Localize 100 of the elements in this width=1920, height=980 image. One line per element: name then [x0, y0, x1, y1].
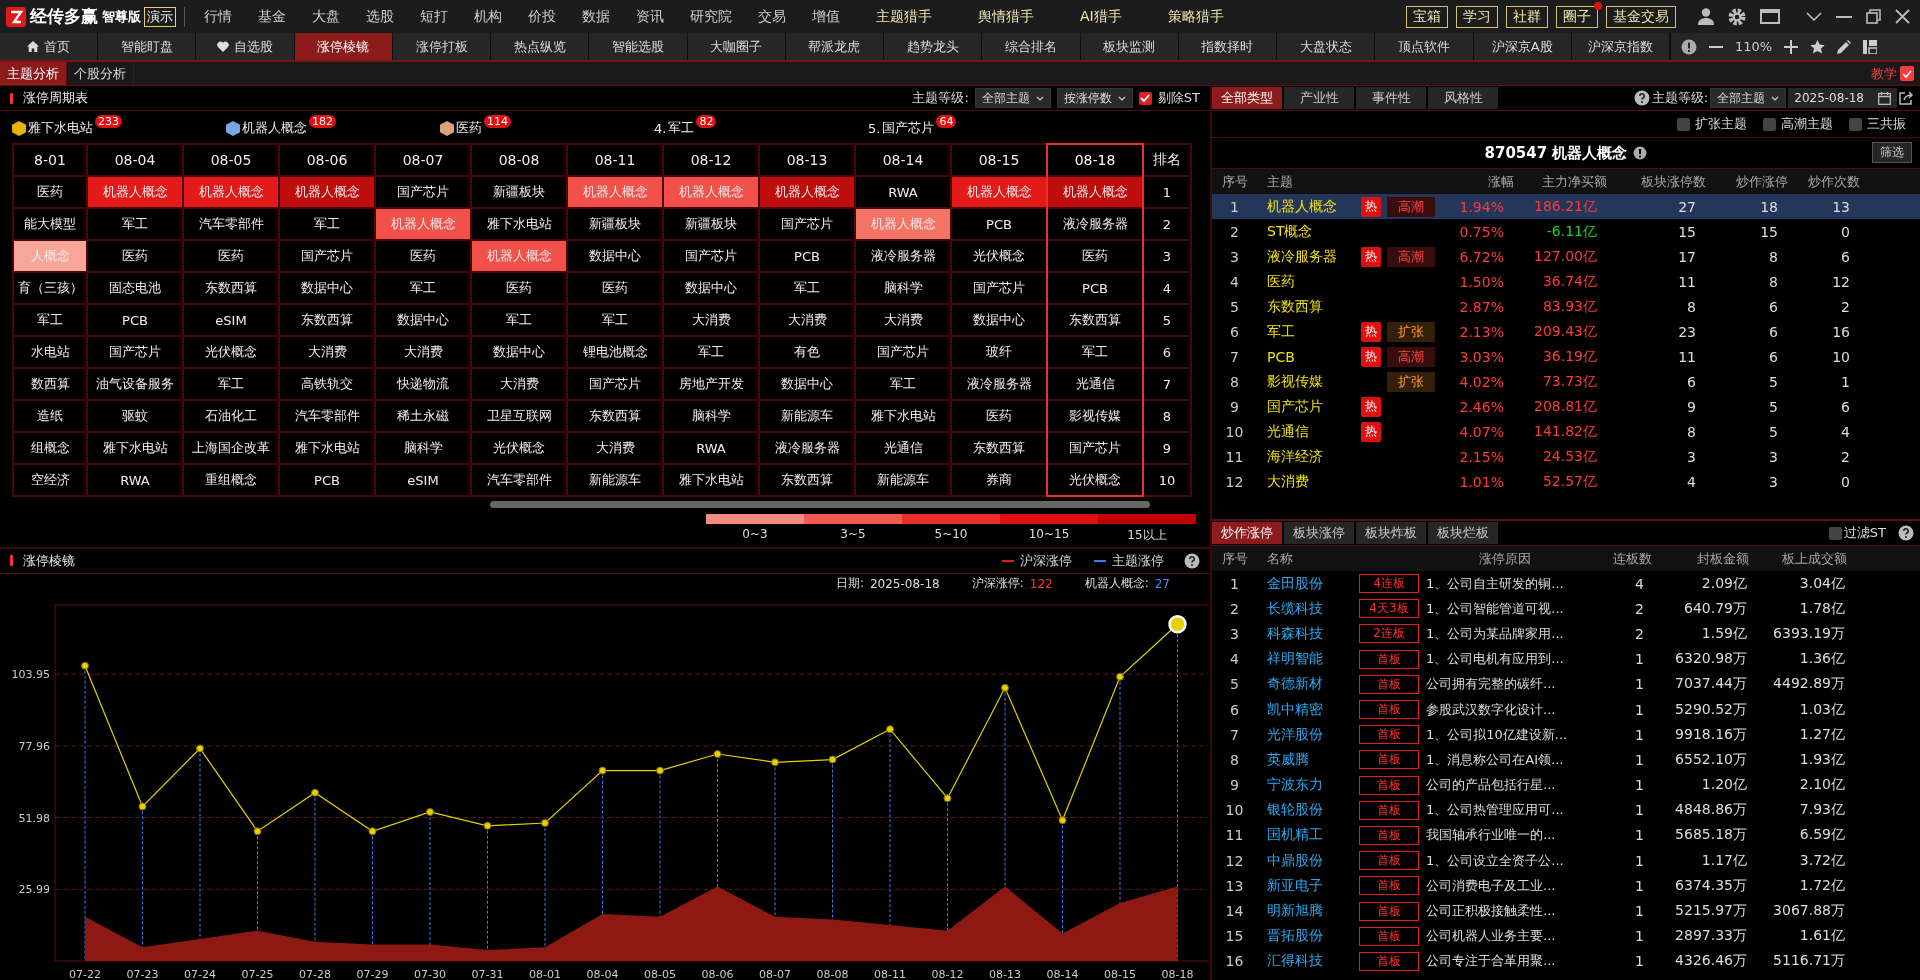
type-tab[interactable]: 事件性	[1356, 87, 1426, 109]
theme-row[interactable]: 1 机器人概念 热 高潮 1.94% 186.21亿 27 18 13	[1212, 194, 1920, 219]
stock-name[interactable]: 英威腾	[1257, 750, 1359, 769]
theme-cell[interactable]: 国产芯片	[952, 273, 1046, 303]
theme-cell[interactable]: 医药	[88, 241, 182, 271]
tutorial-link[interactable]: 教学	[1871, 64, 1897, 83]
theme-cell[interactable]: 新能源车	[856, 465, 950, 495]
theme-cell[interactable]: 军工	[760, 273, 854, 303]
theme-name[interactable]: 军工	[668, 119, 695, 137]
menu-item[interactable]: AI猎手	[1057, 4, 1145, 29]
theme-cell[interactable]: 国产芯片	[664, 241, 758, 271]
theme-cell[interactable]: 影视传媒	[1048, 401, 1142, 431]
module-tab[interactable]: 涨停棱镜	[294, 33, 393, 60]
theme-cell[interactable]: 空经济	[14, 465, 86, 495]
level-dropdown[interactable]: 全部主题	[974, 88, 1051, 108]
stock-name[interactable]: 宁波东力	[1257, 776, 1359, 795]
theme-cell[interactable]: 汽车零部件	[184, 209, 278, 239]
menu-item[interactable]: 行情	[191, 4, 245, 29]
theme-cell[interactable]: 数西算	[14, 369, 86, 399]
theme-cell[interactable]: 数据中心	[760, 369, 854, 399]
theme-cell[interactable]: 数据中心	[952, 305, 1046, 335]
help-icon[interactable]	[1633, 90, 1650, 106]
theme-cell[interactable]: 稀土永磁	[376, 401, 470, 431]
theme-name[interactable]: 国产芯片	[882, 119, 935, 137]
theme-cell[interactable]: 光通信	[856, 433, 950, 463]
theme-cell[interactable]: eSIM	[376, 465, 470, 495]
menu-item[interactable]: 研究院	[677, 4, 745, 29]
theme-cell[interactable]: 军工	[280, 209, 374, 239]
theme-cell[interactable]: 快递物流	[376, 369, 470, 399]
theme-cell[interactable]: 脑科学	[856, 273, 950, 303]
close-icon[interactable]	[1895, 9, 1910, 24]
theme-cell[interactable]: 驱蚊	[88, 401, 182, 431]
theme-cell[interactable]: 卫星互联网	[472, 401, 566, 431]
theme-cell[interactable]: 高铁轨交	[280, 369, 374, 399]
theme-cell[interactable]: 新疆板块	[472, 177, 566, 207]
theme-name[interactable]: 雅下水电站	[28, 119, 93, 137]
theme-cell[interactable]: 汽车零部件	[280, 401, 374, 431]
stock-name[interactable]: 科森科技	[1257, 624, 1359, 643]
theme-cell[interactable]: 光伏概念	[1048, 465, 1142, 495]
menu-item[interactable]: 短打	[407, 4, 461, 29]
date-header[interactable]: 08-13	[760, 145, 854, 175]
theme-cell[interactable]: 固态电池	[88, 273, 182, 303]
theme-cell[interactable]: 玻纤	[952, 337, 1046, 367]
date-header[interactable]: 08-04	[88, 145, 182, 175]
theme-row[interactable]: 12 大消费 1.01% 52.57亿 4 3 0	[1212, 469, 1920, 494]
theme-cell[interactable]: 数据中心	[568, 241, 662, 271]
stock-name[interactable]: 明新旭腾	[1257, 902, 1359, 921]
chevron-down-icon[interactable]	[1806, 12, 1822, 21]
theme-cell[interactable]: 油气设备服务	[88, 369, 182, 399]
stock-name[interactable]: 晋拓股份	[1257, 927, 1359, 946]
date-header[interactable]: 08-14	[856, 145, 950, 175]
theme-cell[interactable]: 大消费	[664, 305, 758, 335]
theme-cell[interactable]: 军工	[856, 369, 950, 399]
demo-badge[interactable]: 演示	[144, 6, 176, 27]
theme-cell[interactable]: 东数西算	[568, 401, 662, 431]
document-icon[interactable]	[1900, 66, 1914, 81]
theme-cell[interactable]: 医药	[472, 273, 566, 303]
type-tab[interactable]: 全部类型	[1212, 87, 1282, 109]
zoom-out-icon[interactable]	[1709, 45, 1723, 48]
theme-cell[interactable]: RWA	[664, 433, 758, 463]
theme-row[interactable]: 8 影视传媒 扩张 4.02% 73.73亿 6 5 1	[1212, 369, 1920, 394]
theme-cell[interactable]: 数据中心	[376, 305, 470, 335]
menu-item[interactable]: 基金	[245, 4, 299, 29]
theme-cell[interactable]: 新能源车	[760, 401, 854, 431]
menu-item[interactable]: 增值	[799, 4, 853, 29]
theme-cell[interactable]: 雅下水电站	[280, 433, 374, 463]
scrollbar[interactable]	[490, 501, 1150, 508]
theme-cell[interactable]: 军工	[184, 369, 278, 399]
theme-cell[interactable]: 医药	[184, 241, 278, 271]
stock-name[interactable]: 祥明智能	[1257, 650, 1359, 669]
stock-name[interactable]: 光洋股份	[1257, 725, 1359, 744]
theme-cell[interactable]: 国产芯片	[568, 369, 662, 399]
theme-cell[interactable]: 医药	[568, 273, 662, 303]
theme-cell[interactable]: 机器人概念	[1048, 177, 1142, 207]
theme-cell[interactable]: 军工	[376, 273, 470, 303]
theme-cell[interactable]: 医药	[952, 401, 1046, 431]
theme-cell[interactable]: 雅下水电站	[664, 465, 758, 495]
date-header[interactable]: 08-05	[184, 145, 278, 175]
theme-cell[interactable]: 医药	[14, 177, 86, 207]
theme-cell[interactable]: 新疆板块	[568, 209, 662, 239]
theme-cell[interactable]: 石油化工	[184, 401, 278, 431]
theme-cell[interactable]: 锂电池概念	[568, 337, 662, 367]
theme-cell[interactable]: 造纸	[14, 401, 86, 431]
share-icon[interactable]	[1899, 91, 1914, 105]
theme-row[interactable]: 2 ST概念 0.75% -6.11亿 15 15 0	[1212, 219, 1920, 244]
theme-cell[interactable]: 机器人概念	[760, 177, 854, 207]
theme-row[interactable]: 9 国产芯片 热 2.46% 208.81亿 9 5 6	[1212, 394, 1920, 419]
theme-cell[interactable]: 东数西算	[1048, 305, 1142, 335]
stock-name[interactable]: 汇得科技	[1257, 952, 1359, 971]
theme-cell[interactable]: 大消费	[760, 305, 854, 335]
help-icon[interactable]	[1184, 552, 1200, 569]
theme-cell[interactable]: 上海国企改革	[184, 433, 278, 463]
list-tab[interactable]: 板块炸板	[1356, 522, 1426, 544]
theme-cell[interactable]: 液冷服务器	[856, 241, 950, 271]
theme-name[interactable]: 机器人概念	[242, 119, 307, 137]
menu-item[interactable]: 策略猎手	[1144, 4, 1247, 29]
date-field[interactable]: 2025-08-18	[1788, 88, 1897, 108]
theme-cell[interactable]: 医药	[1048, 241, 1142, 271]
theme-cell[interactable]: 育（三孩）	[14, 273, 86, 303]
theme-row[interactable]: 4 医药 1.50% 36.74亿 11 8 12	[1212, 269, 1920, 294]
